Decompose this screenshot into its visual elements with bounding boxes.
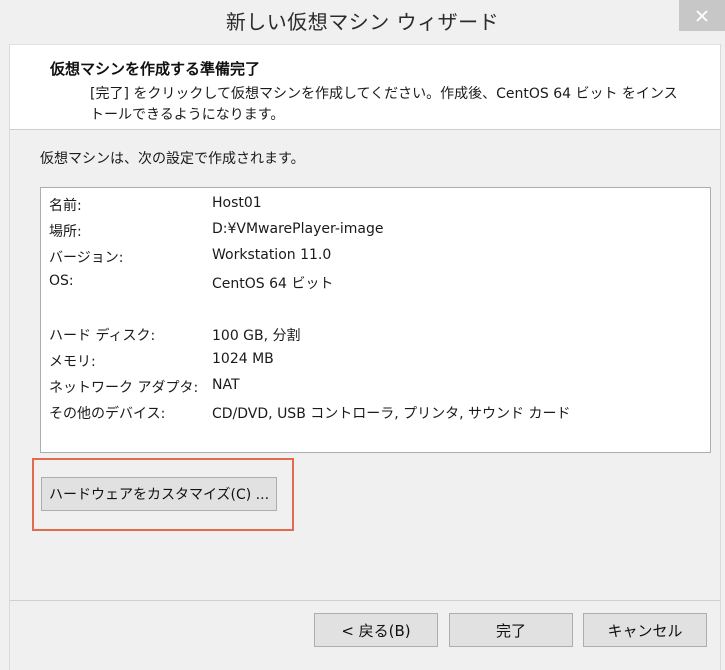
wizard-window: 新しい仮想マシン ウィザード 仮想マシンを作成する準備完了 [完了] をクリック… [0,0,725,670]
wizard-body: 仮想マシンは、次の設定で作成されます。 名前: Host01 場所: D:¥VM… [10,130,720,600]
summary-value: D:¥VMwarePlayer-image [212,221,384,237]
summary-value: Host01 [212,195,262,211]
customize-hardware-button[interactable]: ハードウェアをカスタマイズ(C) ... [41,477,277,511]
cancel-button[interactable]: キャンセル [583,613,707,647]
window-title: 新しい仮想マシン ウィザード [225,10,500,34]
summary-label: ネットワーク アダプタ: [49,380,199,396]
summary-row-name: 名前: Host01 [41,191,710,217]
summary-label: その他のデバイス: [49,406,166,422]
summary-label: ハード ディスク: [49,328,156,344]
back-button[interactable]: < 戻る(B) [314,613,438,647]
summary-value: 100 GB, 分割 [212,328,301,344]
intro-text: 仮想マシンは、次の設定で作成されます。 [40,151,305,167]
wizard-header: 仮想マシンを作成する準備完了 [完了] をクリックして仮想マシンを作成してくださ… [10,44,720,130]
summary-value: CentOS 64 ビット [212,276,334,292]
close-button[interactable] [679,0,725,31]
summary-row-network: ネットワーク アダプタ: NAT [41,373,710,399]
settings-summary-box[interactable]: 名前: Host01 場所: D:¥VMwarePlayer-image バージ… [40,187,711,453]
summary-label: OS: [49,273,74,289]
summary-value: CD/DVD, USB コントローラ, プリンタ, サウンド カード [212,406,571,422]
window-border-right [720,44,721,670]
summary-row-memory: メモリ: 1024 MB [41,347,710,373]
header-description: [完了] をクリックして仮想マシンを作成してください。作成後、CentOS 64… [90,86,678,123]
summary-value: NAT [212,377,240,393]
summary-label: バージョン: [49,250,124,266]
summary-label: メモリ: [49,354,96,370]
summary-row-location: 場所: D:¥VMwarePlayer-image [41,217,710,243]
summary-label: 場所: [49,224,82,240]
summary-row-version: バージョン: Workstation 11.0 [41,243,710,269]
summary-row-other-devices: その他のデバイス: CD/DVD, USB コントローラ, プリンタ, サウンド… [41,399,710,425]
summary-value: Workstation 11.0 [212,247,332,263]
summary-row-hard-disk: ハード ディスク: 100 GB, 分割 [41,321,710,347]
finish-button[interactable]: 完了 [449,613,573,647]
title-bar: 新しい仮想マシン ウィザード [0,0,725,42]
footer-separator [10,600,720,601]
header-title: 仮想マシンを作成する準備完了 [50,60,261,78]
summary-label: 名前: [49,198,82,214]
close-icon [696,9,708,22]
summary-value: 1024 MB [212,351,274,367]
summary-row-os: OS: CentOS 64 ビット [41,269,710,295]
